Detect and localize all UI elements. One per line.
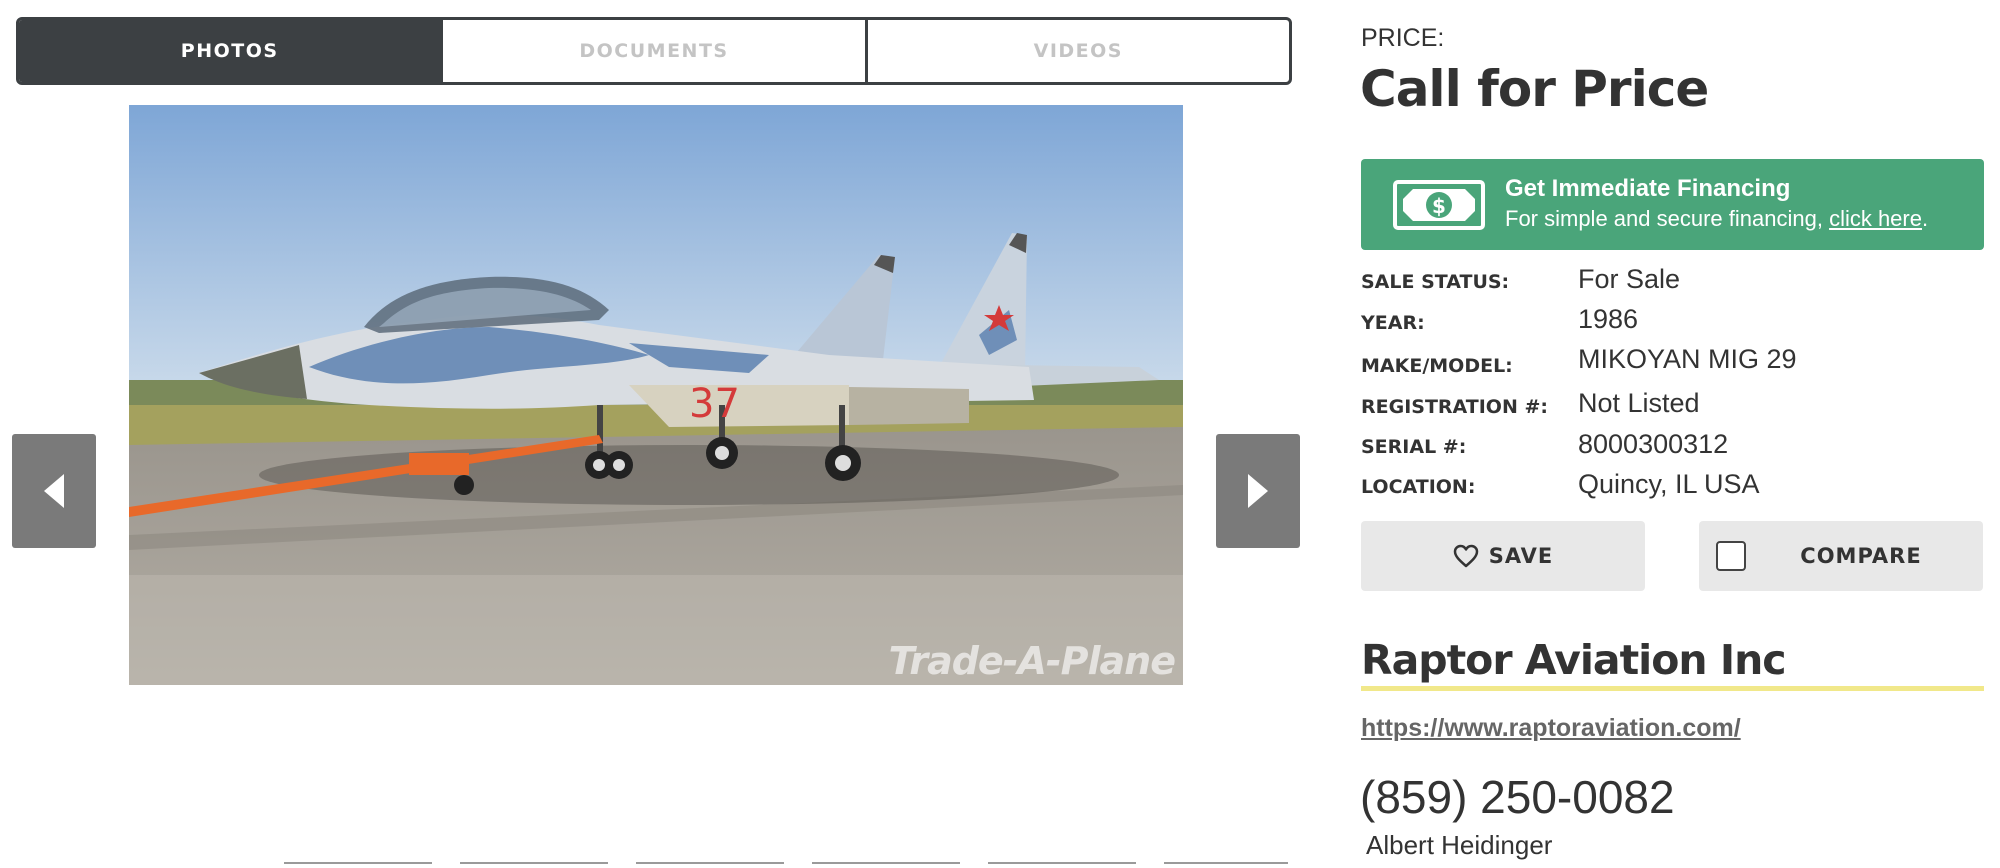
media-tabs: PHOTOS DOCUMENTS VIDEOS — [16, 17, 1292, 85]
main-photo[interactable]: 37 Trade-A-Plane — [129, 105, 1183, 685]
spec-value-sale-status: For Sale — [1578, 264, 1681, 294]
price-value: Call for Price — [1360, 60, 1709, 118]
next-photo-button[interactable] — [1216, 434, 1300, 548]
thumbnail[interactable] — [1164, 862, 1288, 868]
thumbnail[interactable] — [812, 862, 960, 868]
chevron-left-icon — [44, 474, 64, 508]
tail-number: 37 — [689, 381, 740, 427]
tab-videos[interactable]: VIDEOS — [864, 20, 1289, 82]
thumbnail[interactable] — [460, 862, 608, 868]
financing-text: For simple and secure financing, click h… — [1505, 206, 1929, 231]
photo-watermark: Trade-A-Plane — [888, 639, 1176, 683]
tab-documents[interactable]: DOCUMENTS — [440, 20, 864, 82]
spec-value-registration: Not Listed — [1578, 388, 1700, 418]
heart-icon — [1453, 544, 1478, 568]
financing-link[interactable]: click here — [1829, 206, 1922, 231]
dealer-name: Raptor Aviation Inc — [1361, 636, 1787, 684]
thumbnail[interactable] — [988, 862, 1136, 868]
spec-label-registration: REGISTRATION #: — [1361, 396, 1548, 418]
save-button[interactable]: SAVE — [1361, 521, 1645, 591]
chevron-right-icon — [1248, 474, 1268, 508]
compare-label: COMPARE — [1800, 544, 1922, 568]
aircraft-photo: 37 — [129, 105, 1183, 685]
spec-label-sale-status: SALE STATUS: — [1361, 271, 1510, 293]
thumbnail[interactable] — [636, 862, 784, 868]
financing-title: Get Immediate Financing — [1505, 175, 1791, 202]
thumbnail[interactable] — [284, 862, 432, 868]
compare-button[interactable]: COMPARE — [1699, 521, 1983, 591]
spec-value-make-model: MIKOYAN MIG 29 — [1578, 344, 1797, 374]
spec-label-make-model: MAKE/MODEL: — [1361, 355, 1513, 377]
dealer-website-link[interactable]: https://www.raptoraviation.com/ — [1361, 714, 1741, 743]
prev-photo-button[interactable] — [12, 434, 96, 548]
compare-checkbox[interactable] — [1716, 541, 1746, 571]
dealer-contact-name: Albert Heidinger — [1366, 830, 1553, 860]
financing-banner[interactable]: $ Get Immediate Financing For simple and… — [1361, 159, 1984, 250]
spec-value-serial: 8000300312 — [1578, 429, 1729, 459]
spec-value-location: Quincy, IL USA — [1578, 469, 1760, 499]
dealer-phone[interactable]: (859) 250-0082 — [1360, 770, 1675, 824]
save-label: SAVE — [1488, 544, 1554, 568]
svg-text:$: $ — [1432, 194, 1446, 218]
price-label: PRICE: — [1361, 24, 1445, 52]
spec-value-year: 1986 — [1578, 304, 1639, 334]
spec-label-year: YEAR: — [1361, 312, 1425, 334]
spec-label-location: LOCATION: — [1361, 476, 1476, 498]
dealer-divider — [1361, 686, 1984, 691]
tab-photos[interactable]: PHOTOS — [19, 20, 441, 82]
cash-icon: $ — [1393, 180, 1485, 230]
spec-label-serial: SERIAL #: — [1361, 436, 1467, 458]
